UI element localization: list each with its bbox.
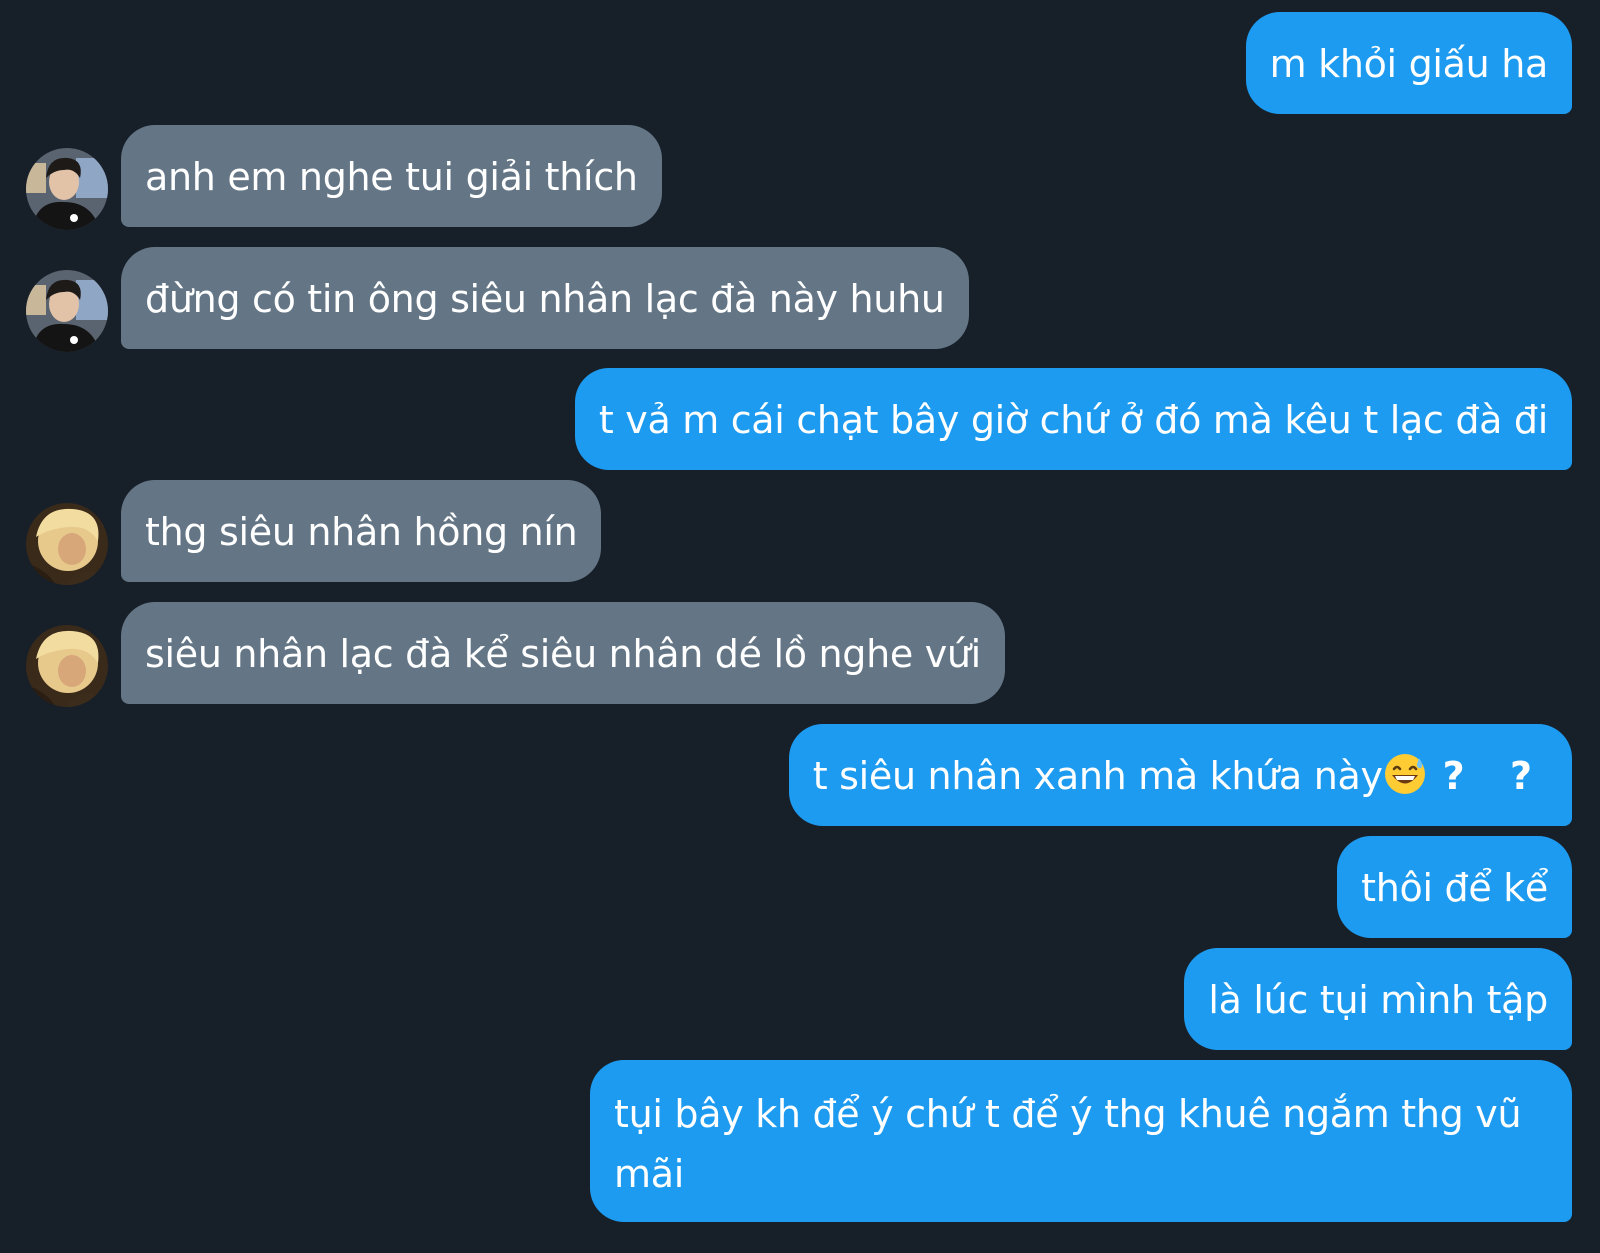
message-text: đừng có tin ông siêu nhân lạc đà này huh… xyxy=(145,277,945,321)
message-text: là lúc tụi mình tập xyxy=(1208,978,1548,1022)
message-text: anh em nghe tui giải thích xyxy=(145,155,638,199)
message-text: t siêu nhân xanh mà khứa này xyxy=(812,754,1383,798)
message-bubble-outgoing[interactable]: m khỏi giấu ha xyxy=(1245,12,1572,114)
blonde-hair-avatar[interactable] xyxy=(26,503,108,585)
message-bubble-incoming[interactable]: siêu nhân lạc đà kể siêu nhân dé lồ nghe… xyxy=(121,602,1005,704)
message-bubble-incoming[interactable]: anh em nghe tui giải thích xyxy=(121,125,662,227)
dark-hair-avatar[interactable] xyxy=(26,148,108,230)
message-bubble-outgoing[interactable]: t siêu nhân xanh mà khứa này ? ? xyxy=(788,724,1572,826)
grinning-sweat-emoji xyxy=(1383,752,1427,796)
message-bubble-outgoing[interactable]: tụi bây kh để ý chứ t để ý thg khuê ngắm… xyxy=(590,1060,1572,1222)
message-text: m khỏi giấu ha xyxy=(1269,42,1549,86)
message-bubble-outgoing[interactable]: t vả m cái chạt bây giờ chứ ở đó mà kêu … xyxy=(574,368,1572,470)
message-text: thôi để kể xyxy=(1361,866,1548,910)
message-text: siêu nhân lạc đà kể siêu nhân dé lồ nghe… xyxy=(145,632,981,676)
blonde-hair-avatar[interactable] xyxy=(26,625,108,707)
message-text: thg siêu nhân hồng nín xyxy=(145,510,578,554)
message-bubble-outgoing[interactable]: là lúc tụi mình tập xyxy=(1184,948,1572,1050)
message-text: t vả m cái chạt bây giờ chứ ở đó mà kêu … xyxy=(598,398,1548,442)
dark-hair-avatar[interactable] xyxy=(26,270,108,352)
question-marks: ? ? xyxy=(1442,754,1548,798)
message-bubble-outgoing[interactable]: thôi để kể xyxy=(1337,836,1572,938)
chat-thread[interactable]: m khỏi giấu ha anh em nghe tui giải thíc… xyxy=(0,0,1600,1253)
message-text: tụi bây kh để ý chứ t để ý thg khuê ngắm… xyxy=(614,1092,1522,1196)
message-bubble-incoming[interactable]: đừng có tin ông siêu nhân lạc đà này huh… xyxy=(121,247,969,349)
message-bubble-incoming[interactable]: thg siêu nhân hồng nín xyxy=(121,480,602,582)
